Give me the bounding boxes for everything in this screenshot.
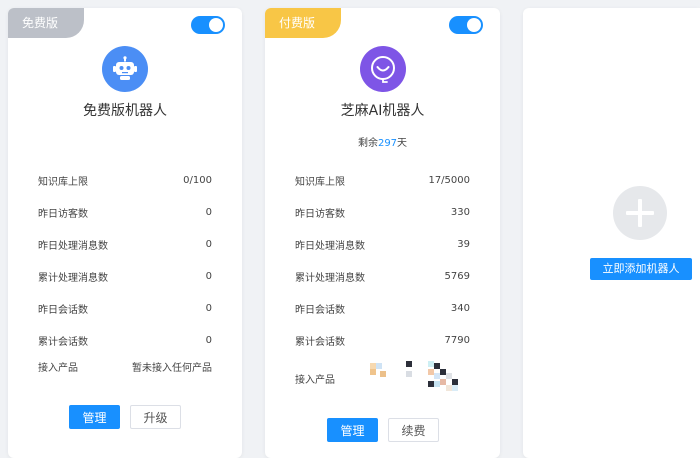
stat-value: 0: [205, 206, 212, 218]
stat-value: 0: [205, 270, 212, 282]
product-label: 接入产品: [38, 362, 78, 374]
stat-row: 昨日访客数 0: [38, 196, 212, 228]
manage-button[interactable]: 管理: [327, 418, 378, 442]
free-bot-card: 免费版 免费版机器人 知识库上限 0/100 昨日访客数 0 昨日处理消息数 0: [8, 8, 242, 458]
remaining-suffix: 天: [397, 138, 408, 149]
stat-value: 17/5000: [428, 174, 470, 186]
toggle-knob: [209, 18, 223, 32]
upgrade-button[interactable]: 升级: [130, 405, 181, 429]
stat-value: 0: [205, 238, 212, 250]
stat-row: 昨日会话数 340: [295, 292, 470, 324]
stat-label: 知识库上限: [295, 176, 345, 188]
add-bot-card: 立即添加机器人: [523, 8, 700, 458]
stat-label: 累计会话数: [295, 336, 345, 348]
stat-label: 知识库上限: [38, 176, 88, 188]
stat-row: 累计处理消息数 5769: [295, 260, 470, 292]
bot-name: 芝麻AI机器人: [340, 103, 425, 119]
paid-bot-enable-toggle[interactable]: [449, 16, 483, 34]
stat-row: 昨日会话数 0: [38, 292, 212, 324]
product-value: 暂未接入任何产品: [132, 362, 212, 374]
renew-button[interactable]: 续费: [388, 418, 439, 442]
stat-label: 累计处理消息数: [295, 272, 365, 284]
stat-row: 累计处理消息数 0: [38, 260, 212, 292]
stat-value: 0: [205, 334, 212, 346]
stat-value: 39: [457, 238, 470, 250]
connected-product-row: 接入产品: [295, 360, 470, 396]
robot-icon: [102, 46, 148, 92]
stat-label: 昨日访客数: [295, 208, 345, 220]
paid-version-badge: 付费版: [265, 8, 341, 38]
remaining-days: 剩余297天: [265, 134, 500, 149]
stat-label: 昨日处理消息数: [38, 240, 108, 252]
bot-name: 免费版机器人: [83, 103, 167, 119]
add-bot-button[interactable]: 立即添加机器人: [590, 258, 692, 280]
stat-row: 知识库上限 17/5000: [295, 164, 470, 196]
stat-label: 累计处理消息数: [38, 272, 108, 284]
stat-value: 5769: [444, 270, 470, 282]
plus-icon[interactable]: [613, 186, 667, 240]
stat-row: 知识库上限 0/100: [38, 164, 212, 196]
stat-row: 累计会话数 0: [38, 324, 212, 356]
remaining-days-count: 297: [377, 138, 398, 149]
stat-row: 累计会话数 7790: [295, 324, 470, 356]
manage-button[interactable]: 管理: [69, 405, 120, 429]
stat-row: 昨日处理消息数 39: [295, 228, 470, 260]
stat-label: 昨日会话数: [38, 304, 88, 316]
stat-row: 昨日处理消息数 0: [38, 228, 212, 260]
paid-bot-card: 付费版 芝麻AI机器人 剩余297天 知识库上限 17/5000 昨日访客数 3…: [265, 8, 500, 458]
stats-list: 知识库上限 0/100 昨日访客数 0 昨日处理消息数 0 累计处理消息数 0 …: [38, 164, 212, 356]
free-bot-enable-toggle[interactable]: [191, 16, 225, 34]
stat-label: 昨日访客数: [38, 208, 88, 220]
stat-label: 昨日处理消息数: [295, 240, 365, 252]
free-version-badge: 免费版: [8, 8, 84, 38]
product-qr-mosaic: [370, 361, 470, 395]
stat-value: 0: [205, 302, 212, 314]
stat-value: 0/100: [183, 174, 212, 186]
stat-value: 330: [450, 206, 470, 218]
smiley-headset-icon: [360, 46, 406, 92]
connected-product-row: 接入产品 暂未接入任何产品: [38, 358, 212, 374]
product-label: 接入产品: [295, 374, 335, 386]
stat-row: 昨日访客数 330: [295, 196, 470, 228]
stats-list: 知识库上限 17/5000 昨日访客数 330 昨日处理消息数 39 累计处理消…: [295, 164, 470, 356]
stat-label: 昨日会话数: [295, 304, 345, 316]
stat-value: 340: [450, 302, 470, 314]
stat-label: 累计会话数: [38, 336, 88, 348]
remaining-prefix: 剩余: [357, 138, 378, 149]
stat-value: 7790: [444, 334, 470, 346]
toggle-knob: [467, 18, 481, 32]
